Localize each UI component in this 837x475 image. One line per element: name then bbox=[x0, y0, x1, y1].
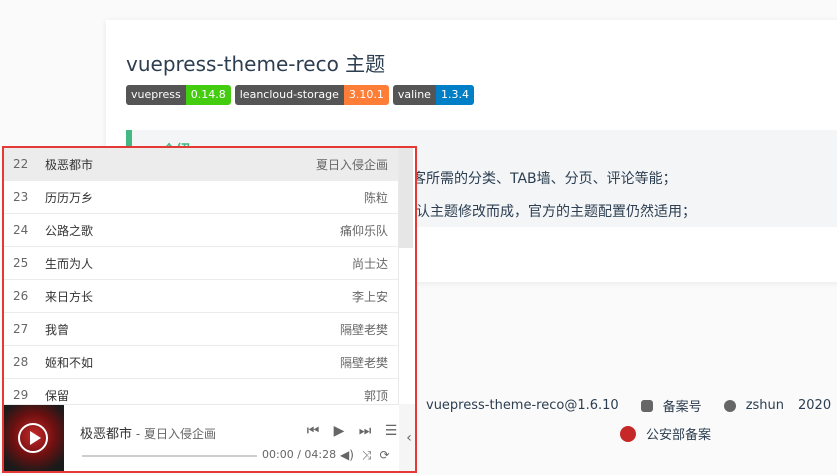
track-name: 生而为人 bbox=[45, 256, 94, 271]
album-cover[interactable] bbox=[4, 405, 64, 471]
next-icon[interactable]: ⏭ bbox=[356, 423, 374, 439]
now-playing: 极恶都市 - 夏日入侵企画 bbox=[80, 423, 216, 442]
badge-label: valine bbox=[392, 85, 436, 105]
collapse-toggle[interactable]: ‹ bbox=[399, 404, 415, 471]
track-name: 姬和不如 bbox=[45, 355, 94, 370]
playlist-item[interactable]: 27 我曾 隔壁老樊 bbox=[4, 313, 398, 346]
menu-icon[interactable]: ☰ bbox=[382, 423, 400, 439]
track-index: 23 bbox=[13, 190, 29, 204]
tip-line-1: 加博客所需的分类、TAB墙、分页、评论等能； bbox=[384, 171, 677, 187]
playlist-item[interactable]: 28 姬和不如 隔壁老樊 bbox=[4, 346, 398, 379]
badge-row: vuepress 0.14.8 leancloud-storage 3.10.1… bbox=[126, 85, 474, 105]
theme-link[interactable]: vuepress-theme-reco@1.6.10 bbox=[426, 398, 619, 413]
track-artist: 陈粒 bbox=[363, 190, 388, 205]
track-name: 历历万乡 bbox=[45, 190, 94, 205]
badge-version: 1.3.4 bbox=[435, 85, 474, 105]
track-artist: 夏日入侵企画 bbox=[315, 157, 388, 172]
page-title: vuepress-theme-reco 主题 bbox=[126, 52, 386, 76]
badge-version: 0.14.8 bbox=[185, 85, 231, 105]
playlist-scrollbar[interactable] bbox=[399, 148, 413, 248]
playlist-item[interactable]: 25 生而为人 尚士达 bbox=[4, 247, 398, 280]
year: 2020 bbox=[798, 398, 832, 413]
playlist-item[interactable]: 26 来日方长 李上安 bbox=[4, 280, 398, 313]
play-icon[interactable] bbox=[18, 423, 48, 453]
music-player: 22 极恶都市 夏日入侵企画 23 历历万乡 陈粒 24 公路之歌 痛仰乐队 2… bbox=[2, 146, 417, 473]
track-artist: 尚士达 bbox=[351, 256, 388, 271]
now-playing-separator: - bbox=[132, 427, 144, 441]
footer-row-1: vuepress-theme-reco@1.6.10 备案号 zshun 202… bbox=[404, 396, 831, 415]
track-index: 24 bbox=[13, 223, 29, 237]
track-index: 27 bbox=[13, 322, 29, 336]
track-name: 保留 bbox=[45, 388, 70, 403]
track-name: 公路之歌 bbox=[45, 223, 94, 238]
progress-bar[interactable] bbox=[82, 455, 257, 457]
tip-line-2: 默认主题修改而成，官方的主题配置仍然适用； bbox=[402, 204, 696, 220]
badge-valine[interactable]: valine 1.3.4 bbox=[392, 85, 474, 105]
track-name: 来日方长 bbox=[45, 289, 94, 304]
footer-row-2: 公安部备案 bbox=[620, 424, 711, 443]
badge-vuepress[interactable]: vuepress 0.14.8 bbox=[126, 85, 231, 105]
badge-label: leancloud-storage bbox=[234, 85, 344, 105]
badge-label: vuepress bbox=[126, 85, 186, 105]
track-artist: 痛仰乐队 bbox=[339, 223, 388, 238]
previous-icon[interactable]: ⏮ bbox=[304, 423, 322, 439]
playlist-item[interactable]: 29 保留 郭顶 bbox=[4, 379, 398, 404]
shuffle-icon[interactable]: ⤨ bbox=[362, 448, 372, 463]
track-index: 28 bbox=[13, 355, 29, 369]
author: zshun bbox=[745, 398, 785, 413]
chevron-left-icon: ‹ bbox=[406, 429, 412, 446]
playlist-item[interactable]: 22 极恶都市 夏日入侵企画 bbox=[4, 148, 398, 181]
copyright-icon bbox=[723, 399, 736, 412]
secondary-controls: ◀) ⤨ ⟳ bbox=[340, 448, 390, 463]
now-playing-title: 极恶都市 bbox=[80, 427, 133, 442]
repeat-icon[interactable]: ⟳ bbox=[380, 448, 390, 463]
shield-icon bbox=[640, 399, 653, 412]
play-icon[interactable]: ▶ bbox=[330, 423, 348, 439]
volume-icon[interactable]: ◀) bbox=[340, 448, 354, 463]
track-index: 26 bbox=[13, 289, 29, 303]
now-playing-artist: 夏日入侵企画 bbox=[143, 427, 216, 441]
playlist: 22 极恶都市 夏日入侵企画 23 历历万乡 陈粒 24 公路之歌 痛仰乐队 2… bbox=[4, 148, 399, 404]
track-artist: 郭顶 bbox=[363, 388, 388, 403]
player-controls: 极恶都市 - 夏日入侵企画 ⏮ ▶ ⏭ ☰ 00:00 / 04:28 ◀) ⤨… bbox=[4, 404, 399, 471]
track-name: 极恶都市 bbox=[45, 157, 94, 172]
track-index: 22 bbox=[13, 157, 29, 171]
badge-leancloud[interactable]: leancloud-storage 3.10.1 bbox=[234, 85, 389, 105]
track-artist: 隔壁老樊 bbox=[339, 322, 388, 337]
track-index: 25 bbox=[13, 256, 29, 270]
police-link[interactable]: 公安部备案 bbox=[646, 424, 711, 443]
transport-controls: ⏮ ▶ ⏭ ☰ bbox=[304, 423, 400, 439]
track-index: 29 bbox=[13, 388, 29, 402]
badge-version: 3.10.1 bbox=[343, 85, 389, 105]
track-artist: 隔壁老樊 bbox=[339, 355, 388, 370]
time-display: 00:00 / 04:28 bbox=[262, 448, 337, 461]
police-badge-icon bbox=[620, 425, 636, 442]
playlist-item[interactable]: 23 历历万乡 陈粒 bbox=[4, 181, 398, 214]
playlist-item[interactable]: 24 公路之歌 痛仰乐队 bbox=[4, 214, 398, 247]
track-artist: 李上安 bbox=[351, 289, 388, 304]
record-link[interactable]: 备案号 bbox=[663, 396, 702, 415]
track-name: 我曾 bbox=[45, 322, 70, 337]
